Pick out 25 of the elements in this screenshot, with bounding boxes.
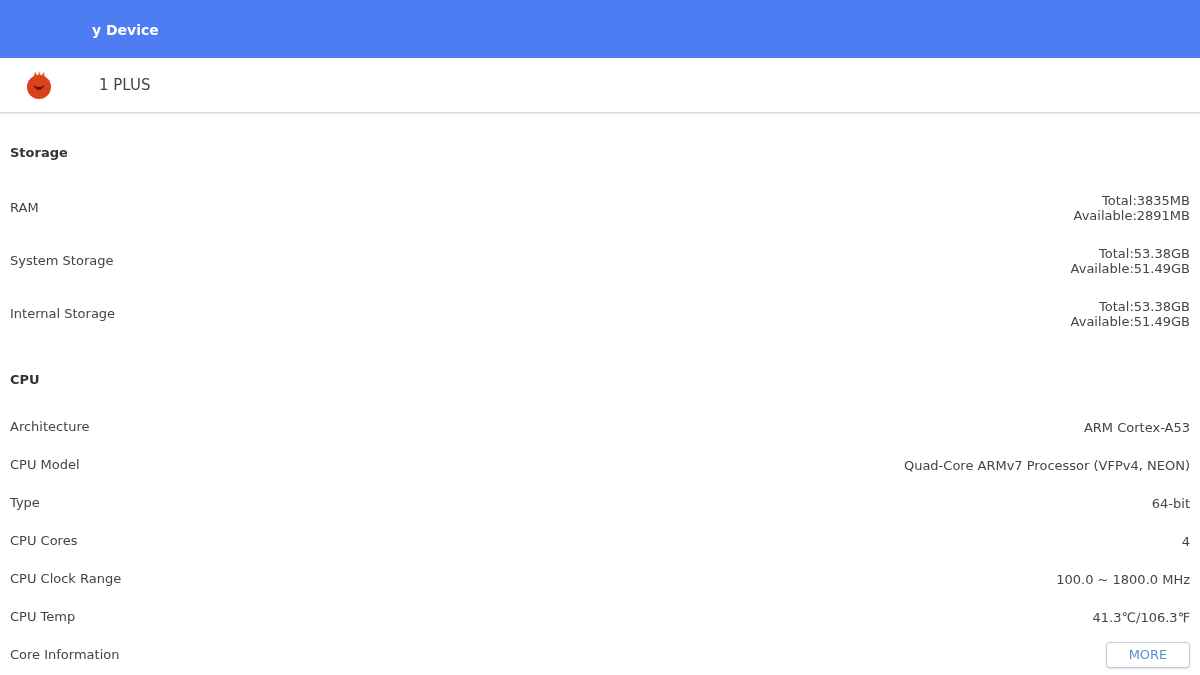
row-value: 4 [1181,533,1190,549]
row-label: Internal Storage [10,304,116,323]
section-title: Storage [10,144,68,163]
row-label: Architecture [10,418,90,437]
window-title: y Device [92,21,159,40]
row-label: CPU Cores [10,532,78,551]
row-value: Total:53.38GB Available:51.49GB [1070,298,1190,329]
app-logo-icon [25,70,53,100]
device-name: 1 PLUS [99,74,151,96]
more-button[interactable]: MORE [1106,642,1190,668]
row-label: Core Information [10,646,120,665]
row-value: Quad-Core ARMv7 Processor (VFPv4, NEON) [903,457,1190,473]
row-label: CPU Clock Range [10,570,122,589]
row-value: Total:3835MB Available:2891MB [1073,192,1190,223]
row-value: Total:53.38GB Available:51.49GB [1070,245,1190,276]
row-label: Type [10,494,40,513]
row-label: CPU Temp [10,608,76,627]
row-label: RAM [10,198,39,217]
row-value: 64-bit [1151,495,1190,511]
row-value: ARM Cortex-A53 [1083,419,1190,435]
row-value: 41.3℃/106.3℉ [1092,609,1190,625]
row-label: System Storage [10,251,114,270]
row-value: 100.0 ~ 1800.0 MHz [1056,571,1190,587]
row-label: CPU Model [10,456,80,475]
section-title: CPU [10,371,40,390]
